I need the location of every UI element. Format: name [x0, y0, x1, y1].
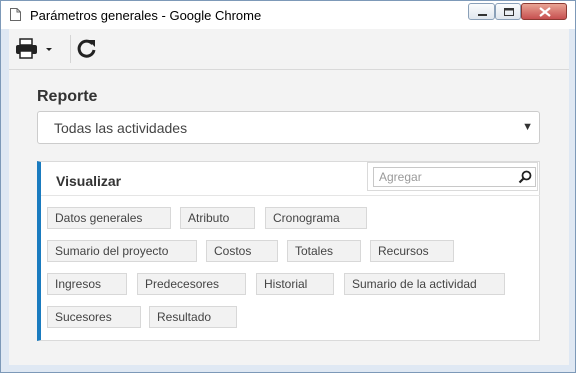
- tag-atributo[interactable]: Atributo: [180, 207, 255, 229]
- chevron-down-icon: ▼: [522, 121, 533, 133]
- caret-down-icon: [46, 48, 52, 51]
- report-select[interactable]: Todas las actividades ▼: [37, 111, 540, 144]
- tag-recursos[interactable]: Recursos: [370, 240, 454, 262]
- tag-ingresos[interactable]: Ingresos: [47, 273, 127, 295]
- maximize-button[interactable]: [495, 3, 521, 20]
- toolbar-divider: [70, 35, 71, 63]
- tag-cronograma[interactable]: Cronograma: [265, 207, 367, 229]
- tag-resultado[interactable]: Resultado: [149, 306, 237, 328]
- maximize-icon: [504, 8, 514, 16]
- tag-sucesores[interactable]: Sucesores: [47, 306, 141, 328]
- panel-header: Visualizar: [41, 162, 540, 196]
- window-title: Parámetros generales - Google Chrome: [30, 8, 262, 23]
- page-icon: [10, 8, 21, 21]
- toolbar: [9, 29, 569, 70]
- tag-historial[interactable]: Historial: [256, 273, 334, 295]
- search-icon[interactable]: [518, 170, 532, 184]
- refresh-button[interactable]: [75, 37, 99, 61]
- close-button[interactable]: [521, 3, 567, 20]
- close-icon: [539, 7, 551, 17]
- tag-sumario-del-proyecto[interactable]: Sumario del proyecto: [47, 240, 197, 262]
- printer-icon: [16, 38, 52, 59]
- search-container: [367, 162, 538, 191]
- tag-sumario-de-la-actividad[interactable]: Sumario de la actividad: [344, 273, 505, 295]
- main-content: Reporte Todas las actividades ▼ Visualiz…: [9, 70, 569, 365]
- refresh-icon: [77, 39, 96, 58]
- tag-costos[interactable]: Costos: [206, 240, 278, 262]
- panel-title: Visualizar: [56, 173, 122, 189]
- tag-predecesores[interactable]: Predecesores: [137, 273, 246, 295]
- report-select-value: Todas las actividades: [54, 120, 188, 136]
- search-input[interactable]: [373, 167, 536, 187]
- minimize-icon: [478, 14, 487, 16]
- tag-datos-generales[interactable]: Datos generales: [47, 207, 171, 229]
- title-bar: Parámetros generales - Google Chrome: [1, 1, 575, 29]
- minimize-button[interactable]: [468, 3, 495, 20]
- report-label: Reporte: [37, 88, 98, 105]
- tag-totales[interactable]: Totales: [287, 240, 361, 262]
- print-button[interactable]: [15, 37, 55, 61]
- visualizar-panel: Visualizar Datos generales Atributo Cron…: [37, 161, 540, 341]
- browser-window: Parámetros generales - Google Chrome Rep…: [0, 0, 576, 373]
